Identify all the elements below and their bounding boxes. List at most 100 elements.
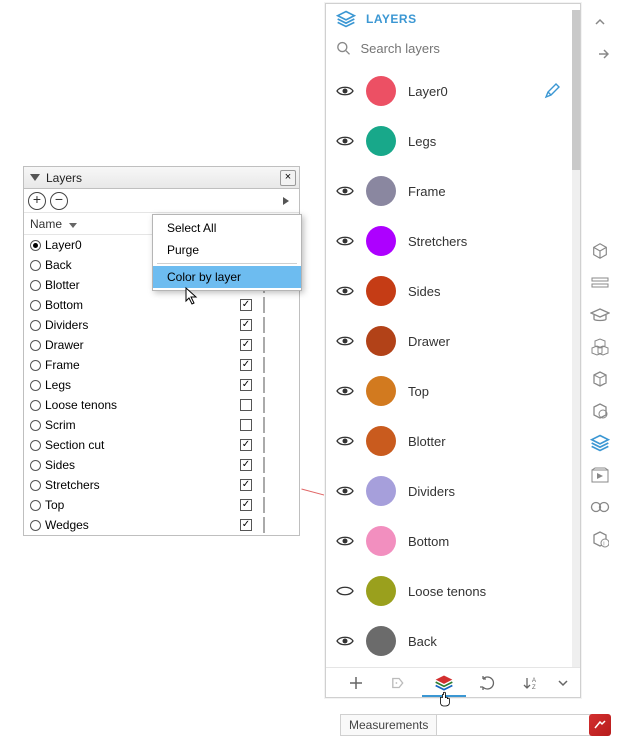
visibility-toggle[interactable] [336,534,354,548]
current-layer-radio[interactable] [30,340,41,351]
add-layer-button[interactable]: + [28,192,46,210]
menu-purge[interactable]: Purge [153,239,301,261]
visibility-checkbox[interactable]: ✓ [240,459,252,471]
up-caret-icon[interactable] [589,11,611,33]
scrollbar-thumb[interactable] [572,10,580,170]
model-info-icon[interactable]: i [589,528,611,550]
layer-row[interactable]: Top✓ [24,495,299,515]
color-swatch[interactable] [263,317,265,333]
visibility-toggle[interactable] [336,484,354,498]
learn-icon[interactable] [589,304,611,326]
color-swatch[interactable] [263,297,265,313]
instructor-icon[interactable] [589,272,611,294]
visibility-checkbox[interactable]: ✓ [240,499,252,511]
layer-row[interactable]: Dividers [326,466,570,516]
styles-icon[interactable] [589,400,611,422]
sort-button[interactable]: AZ [510,668,554,697]
layer-row[interactable]: Wedges✓ [24,515,299,535]
color-swatch[interactable] [263,337,265,353]
color-swatch[interactable] [366,426,396,456]
visibility-toggle[interactable] [336,434,354,448]
layer-row[interactable]: Top [326,366,570,416]
current-layer-radio[interactable] [30,520,41,531]
flyout-menu-button[interactable] [277,192,295,210]
collapse-icon[interactable] [30,174,40,181]
visibility-checkbox[interactable]: ✓ [240,339,252,351]
current-layer-radio[interactable] [30,380,41,391]
purge-button[interactable] [466,668,510,697]
visibility-toggle[interactable] [336,334,354,348]
current-layer-radio[interactable] [30,280,41,291]
visibility-checkbox[interactable] [240,399,252,411]
current-layer-radio[interactable] [30,240,41,251]
layer-row[interactable]: Drawer✓ [24,335,299,355]
visibility-checkbox[interactable] [240,419,252,431]
remove-layer-button[interactable]: − [50,192,68,210]
current-layer-radio[interactable] [30,500,41,511]
visibility-toggle[interactable] [336,584,354,598]
visibility-checkbox[interactable]: ✓ [240,479,252,491]
current-layer-radio[interactable] [30,400,41,411]
color-swatch[interactable] [263,517,265,533]
color-swatch[interactable] [263,477,265,493]
display-icon[interactable] [589,496,611,518]
layer-row[interactable]: Stretchers✓ [24,475,299,495]
visibility-checkbox[interactable]: ✓ [240,519,252,531]
color-swatch[interactable] [263,457,265,473]
add-layer-button[interactable] [334,668,378,697]
visibility-toggle[interactable] [336,634,354,648]
layer-row[interactable]: Legs✓ [24,375,299,395]
visibility-checkbox[interactable]: ✓ [240,439,252,451]
visibility-toggle[interactable] [336,84,354,98]
color-swatch[interactable] [366,476,396,506]
visibility-checkbox[interactable]: ✓ [240,359,252,371]
color-swatch[interactable] [263,397,265,413]
layer-row[interactable]: Dividers✓ [24,315,299,335]
tag-options-button[interactable] [378,668,422,697]
color-swatch[interactable] [366,576,396,606]
color-swatch[interactable] [366,176,396,206]
color-swatch[interactable] [366,76,396,106]
layer-row[interactable]: Frame✓ [24,355,299,375]
color-swatch[interactable] [263,357,265,373]
visibility-checkbox[interactable]: ✓ [240,299,252,311]
layer-row[interactable]: Section cut✓ [24,435,299,455]
search-input[interactable] [358,40,570,57]
color-swatch[interactable] [366,626,396,656]
layer-row[interactable]: Frame [326,166,570,216]
layer-row[interactable]: Bottom✓ [24,295,299,315]
current-layer-radio[interactable] [30,420,41,431]
current-layer-radio[interactable] [30,460,41,471]
components-icon[interactable] [589,336,611,358]
desktop-layers-titlebar[interactable]: Layers × [24,167,299,189]
current-layer-radio[interactable] [30,360,41,371]
layer-row[interactable]: Loose tenons [24,395,299,415]
scenes-icon[interactable] [589,464,611,486]
current-layer-radio[interactable] [30,440,41,451]
visibility-checkbox[interactable]: ✓ [240,319,252,331]
color-swatch[interactable] [366,376,396,406]
menu-color-by-layer[interactable]: Color by layer [153,266,301,288]
entity-info-icon[interactable] [589,240,611,262]
visibility-toggle[interactable] [336,134,354,148]
color-swatch[interactable] [263,497,265,513]
current-layer-radio[interactable] [30,260,41,271]
layer-row[interactable]: Blotter [326,416,570,466]
layers-tray-icon[interactable] [589,432,611,454]
layer-row[interactable]: Back [326,616,570,666]
materials-icon[interactable] [589,368,611,390]
layer-row[interactable]: Sides✓ [24,455,299,475]
current-layer-radio[interactable] [30,320,41,331]
edit-icon[interactable] [544,83,560,99]
layer-row[interactable]: Loose tenons [326,566,570,616]
close-button[interactable]: × [280,170,296,186]
layer-row[interactable]: Scrim [24,415,299,435]
layer-row[interactable]: Layer0 [326,66,570,116]
more-button[interactable] [554,668,572,697]
layer-row[interactable]: Sides [326,266,570,316]
color-swatch[interactable] [366,526,396,556]
layer-row[interactable]: Legs [326,116,570,166]
color-swatch[interactable] [366,276,396,306]
color-swatch[interactable] [263,377,265,393]
layer-row[interactable]: Drawer [326,316,570,366]
